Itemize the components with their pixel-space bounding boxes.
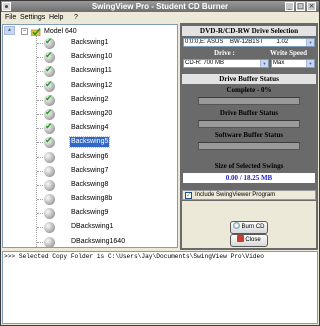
tree-branch-line <box>37 213 43 215</box>
tree-branch-line <box>37 128 43 130</box>
tree-item-label: Backswing1 <box>71 39 109 46</box>
chevron-down-icon[interactable]: ▼ <box>260 60 268 67</box>
maximize-icon[interactable]: □ <box>296 2 305 11</box>
software-buffer-label: Software Buffer Status <box>214 131 284 139</box>
close-icon[interactable]: × <box>307 2 316 11</box>
tree-branch-line <box>37 199 43 201</box>
software-buffer-progress <box>198 142 300 150</box>
tree-item-label: Backswing2 <box>71 95 109 103</box>
minimize-icon[interactable]: _ <box>285 2 294 11</box>
scroll-up-icon[interactable]: ▲ <box>4 26 15 35</box>
tree-item-label: Backswing7 <box>71 166 109 174</box>
drive-label: Drive : <box>214 49 235 57</box>
tree-branch-line <box>37 241 43 243</box>
complete-label: Complete - 0% <box>226 86 272 94</box>
include-viewer-checkbox[interactable]: ✓ <box>185 192 192 199</box>
swing-ball-icon[interactable] <box>44 165 55 177</box>
close-label: Close <box>245 237 261 243</box>
swing-ball-icon[interactable] <box>44 208 55 220</box>
drive-selection-header: DVD-R/CD-RW Drive Selection <box>182 26 316 36</box>
tree-branch-line <box>37 85 43 87</box>
tree-branch-line <box>37 99 43 101</box>
app-window: SwingView Pro - Student CD Burner _ □ × … <box>0 0 320 326</box>
checked-swing-icon[interactable]: ✔ <box>44 136 55 149</box>
checked-swing-icon[interactable]: ✔ <box>44 37 55 49</box>
menu-file[interactable]: File <box>5 13 16 22</box>
exit-icon <box>237 235 245 242</box>
menu-help[interactable]: Help <box>49 13 63 22</box>
chevron-down-icon[interactable]: ▼ <box>306 60 314 67</box>
swing-ball-icon[interactable] <box>44 179 55 191</box>
include-viewer-label: Include SwingViewer Program <box>195 192 276 198</box>
burn-cd-button[interactable]: Burn CD <box>230 221 268 234</box>
checked-swing-icon[interactable]: ✔ <box>44 94 55 106</box>
chevron-down-icon[interactable]: ▼ <box>306 39 314 46</box>
drive-select-value: 0:0:0,E: ASUS BW-12B1ST 1.02 <box>185 39 289 45</box>
collapse-icon[interactable]: − <box>21 28 28 35</box>
swing-ball-icon[interactable] <box>44 222 55 234</box>
tree-branch-line <box>37 227 43 229</box>
log-panel[interactable]: >>> Selected Copy Folder is C:\Users\Jay… <box>2 251 318 324</box>
tree-item-label: Backswing11 <box>71 67 112 75</box>
log-text: >>> Selected Copy Folder is C:\Users\Jay… <box>4 253 264 260</box>
tree-item-label: Backswing12 <box>71 81 113 89</box>
tree-item-label: Backswing4 <box>71 124 109 132</box>
swing-ball-icon[interactable] <box>44 236 55 247</box>
cd-icon <box>233 222 241 229</box>
tree-item-label: Backswing8b <box>71 195 113 203</box>
tree-item-label: DBackswing1640 <box>71 237 126 245</box>
tree-item-label: Backswing8 <box>71 180 109 188</box>
tree-item-label: Backswing6 <box>71 152 109 160</box>
tree-branch-line <box>37 57 43 59</box>
tree-branch-line <box>37 156 43 158</box>
size-value: 0.00 / 18.25 MB <box>183 173 315 183</box>
media-select-value: CD-R: 700 MB <box>185 60 225 66</box>
include-viewer-option[interactable]: ✓ Include SwingViewer Program <box>182 190 316 200</box>
tree-branch-line <box>37 142 43 144</box>
menu-bar: File Settings Help ? <box>1 12 319 23</box>
write-speed-label: Write Speed <box>270 49 308 57</box>
size-label: Size of Selected Swings <box>214 162 284 170</box>
checked-swing-icon[interactable]: ✔ <box>44 51 55 64</box>
complete-progress <box>198 97 300 105</box>
checked-swing-icon[interactable]: ✔ <box>44 122 55 135</box>
drive-select[interactable]: 0:0:0,E: ASUS BW-12B1ST 1.02 ▼ <box>183 38 315 47</box>
tree-branch-line <box>37 113 43 115</box>
drive-buffer-progress <box>198 120 300 128</box>
checked-swing-icon[interactable]: ✔ <box>44 65 55 78</box>
tree-item-label: Backswing20 <box>71 109 113 117</box>
tree-item-label: Backswing9 <box>71 209 109 217</box>
checked-swing-icon[interactable]: ✔ <box>44 108 55 120</box>
buffer-status-header: Drive Buffer Status <box>182 74 316 84</box>
burn-cd-label: Burn CD <box>241 224 265 230</box>
tree-item-label: DBackswing1 <box>71 223 114 231</box>
title-bar[interactable]: SwingView Pro - Student CD Burner _ □ × <box>1 1 319 12</box>
tree-branch-line <box>37 43 43 44</box>
menu-about[interactable]: ? <box>74 13 78 22</box>
swing-ball-icon[interactable] <box>44 194 55 206</box>
action-area: Burn CD Close <box>182 201 316 248</box>
media-select[interactable]: CD-R: 700 MB ▼ <box>183 59 269 68</box>
tree-model-label: Model 640 <box>44 28 77 35</box>
drive-buffer-label: Drive Buffer Status <box>219 109 279 117</box>
burner-panel: DVD-R/CD-RW Drive Selection 0:0:0,E: ASU… <box>180 23 318 250</box>
tree-branch-line <box>37 71 43 73</box>
tree-item-label: Backswing5 <box>68 136 111 149</box>
window-title: SwingView Pro - Student CD Burner <box>91 2 229 11</box>
speed-select-value: Max <box>273 60 285 66</box>
swing-tree[interactable]: ▲ − Model 640 ✔ Backswing1 ✔ Backswing10 ✔ Ba… <box>2 24 178 248</box>
close-button[interactable]: Close <box>230 234 268 247</box>
checked-swing-icon[interactable]: ✔ <box>44 80 55 92</box>
tree-item-label: Backswing10 <box>71 53 113 61</box>
speed-select[interactable]: Max ▼ <box>271 59 315 68</box>
menu-settings[interactable]: Settings <box>20 13 45 22</box>
tree-branch-line <box>37 184 43 186</box>
tree-branch-line <box>37 170 43 172</box>
swing-ball-icon[interactable] <box>44 151 55 163</box>
